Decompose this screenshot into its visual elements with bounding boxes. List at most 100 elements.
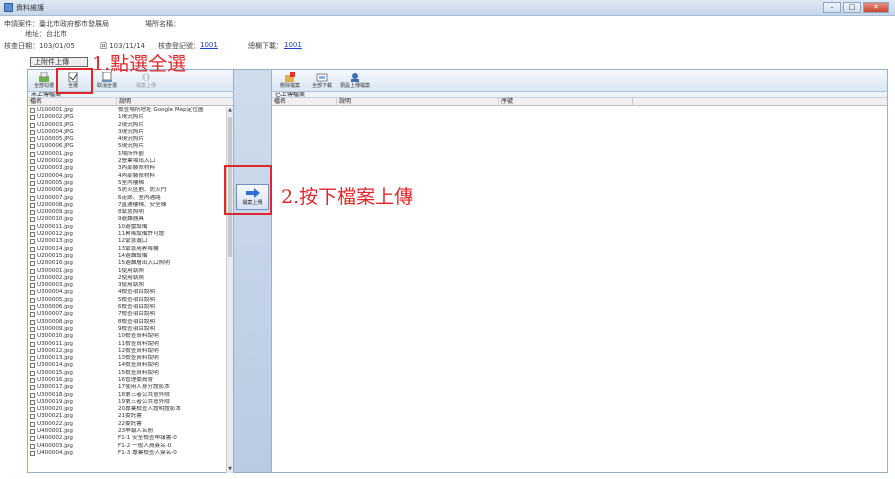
row-checkbox[interactable] [30,450,35,456]
left-scrollbar[interactable]: ▲ ▼ [226,107,233,473]
list-item[interactable]: U200014.jpg 13緊急用昇降機 [28,246,227,253]
list-item[interactable]: U200016.jpg 15避難層出入口照明 [28,260,227,267]
list-item[interactable]: U300018.jpg 18第三者公共意外險 [28,392,227,399]
row-checkbox[interactable] [30,283,35,289]
select-all-button[interactable]: 全部勾選 [32,71,56,91]
list-item[interactable]: U300015.jpg 15檢查資料說明 [28,370,227,377]
row-checkbox[interactable] [30,129,35,135]
list-item[interactable]: U300021.jpg 21委託書 [28,413,227,420]
list-item[interactable]: U200013.jpg 12緊急進口 [28,238,227,245]
list-item[interactable]: U200006.jpg 5防火區劃、防火門 [28,187,227,194]
row-checkbox[interactable] [30,290,35,296]
list-item[interactable]: U300008.jpg 8檢查項目說明 [28,319,227,326]
list-item[interactable]: U200011.jpg 10避雷設備 [28,224,227,231]
upload-attachment-button[interactable]: 上附件上傳 [30,57,88,67]
list-item[interactable]: U300019.jpg 19第三者公共意外險 [28,399,227,406]
list-item[interactable]: U300022.jpg 22委託書 [28,421,227,428]
row-checkbox[interactable] [30,436,35,442]
row-checkbox[interactable] [30,151,35,157]
row-checkbox[interactable] [30,399,35,405]
row-checkbox[interactable] [30,261,35,267]
row-checkbox[interactable] [30,268,35,274]
row-checkbox[interactable] [30,334,35,340]
list-item[interactable]: U200002.jpg 2營業場出入口 [28,158,227,165]
list-item[interactable]: U100002.JPG 1現況照片 [28,114,227,121]
row-checkbox[interactable] [30,275,35,281]
list-item[interactable]: U300016.jpg 16管理委員會 [28,377,227,384]
list-item[interactable]: U100006.JPG 5現況照片 [28,143,227,150]
list-item[interactable]: U200001.jpg 1場所外觀 [28,151,227,158]
row-checkbox[interactable] [30,385,35,391]
row-checkbox[interactable] [30,115,35,121]
list-item[interactable]: U300009.jpg 9檢查項目說明 [28,326,227,333]
row-checkbox[interactable] [30,253,35,259]
download-link[interactable]: 1001 [284,41,302,49]
list-item[interactable]: U300003.jpg 3使用執照 [28,282,227,289]
row-checkbox[interactable] [30,122,35,128]
scroll-up-icon[interactable]: ▲ [227,107,233,114]
row-checkbox[interactable] [30,341,35,347]
list-item[interactable]: U300005.jpg 5檢查項目說明 [28,297,227,304]
list-item[interactable]: U200015.jpg 14避難設備 [28,253,227,260]
row-checkbox[interactable] [30,217,35,223]
row-checkbox[interactable] [30,414,35,420]
list-item[interactable]: U400001.jpg 23申報人名冊 [28,428,227,435]
row-checkbox[interactable] [30,392,35,398]
list-item[interactable]: U200009.jpg 8緊急照明 [28,209,227,216]
list-item[interactable]: U200008.jpg 7直通樓梯、安全梯 [28,202,227,209]
check-register-link[interactable]: 1001 [200,41,218,49]
row-checkbox[interactable] [30,137,35,143]
list-item[interactable]: U300007.jpg 7檢查項目說明 [28,311,227,318]
row-checkbox[interactable] [30,377,35,383]
row-checkbox[interactable] [30,370,35,376]
list-item[interactable]: U200012.jpg 11昇降設備許可證 [28,231,227,238]
row-checkbox[interactable] [30,443,35,449]
list-item[interactable]: U300012.jpg 12檢查資料說明 [28,348,227,355]
list-item[interactable]: U400003.jpg F1-2 一般人員簽名-0 [28,443,227,450]
list-item[interactable]: U100005.JPG 4現況照片 [28,136,227,143]
row-checkbox[interactable] [30,188,35,194]
row-checkbox[interactable] [30,319,35,325]
col-sequence[interactable]: 序號 [498,98,513,106]
list-item[interactable]: U300004.jpg 4檢查項目說明 [28,289,227,296]
list-item[interactable]: U100001.jpg 檢查場所地址 Google Map定位圖 [28,107,227,114]
list-item[interactable]: U100003.JPG 2現況照片 [28,122,227,129]
row-checkbox[interactable] [30,407,35,413]
list-item[interactable]: U200004.jpg 4內部裝修材料 [28,173,227,180]
col-description[interactable]: 說明 [116,98,131,106]
row-checkbox[interactable] [30,297,35,303]
row-checkbox[interactable] [30,195,35,201]
row-checkbox[interactable] [30,210,35,216]
list-item[interactable]: U200010.jpg 9避難器具 [28,216,227,223]
row-checkbox[interactable] [30,356,35,362]
row-checkbox[interactable] [30,224,35,230]
list-item[interactable]: U400002.jpg F1-1 安全檢查申報書-0 [28,435,227,442]
list-item[interactable]: U300002.jpg 2使用執照 [28,275,227,282]
row-checkbox[interactable] [30,159,35,165]
row-checkbox[interactable] [30,144,35,150]
col-filename[interactable]: 檔名 [272,98,286,106]
minimize-button[interactable]: – [823,2,841,13]
row-checkbox[interactable] [30,166,35,172]
row-checkbox[interactable] [30,312,35,318]
list-item[interactable]: U300013.jpg 13檢查資料說明 [28,355,227,362]
preset-upload-button[interactable]: 預設上傳檔案 [340,71,370,91]
delete-file-button[interactable]: 刪除檔案 [278,71,302,91]
row-checkbox[interactable] [30,246,35,252]
row-checkbox[interactable] [30,421,35,427]
row-checkbox[interactable] [30,232,35,238]
row-checkbox[interactable] [30,305,35,311]
col-description[interactable]: 說明 [336,98,351,106]
row-checkbox[interactable] [30,429,35,435]
list-item[interactable]: U300006.jpg 6檢查項目說明 [28,304,227,311]
row-checkbox[interactable] [30,326,35,332]
list-item[interactable]: U400004.jpg F1-3 專業檢查人簽名-0 [28,450,227,457]
col-filename[interactable]: 檔名 [28,98,42,106]
list-item[interactable]: U300011.jpg 11檢查資料說明 [28,341,227,348]
list-item[interactable]: U200003.jpg 3內部裝修材料 [28,165,227,172]
row-checkbox[interactable] [30,108,35,113]
list-item[interactable]: U300014.jpg 14檢查資料說明 [28,362,227,369]
close-button[interactable]: ✕ [863,2,889,13]
download-all-button[interactable]: 全部下載 [310,71,334,91]
maximize-button[interactable]: □ [843,2,861,13]
